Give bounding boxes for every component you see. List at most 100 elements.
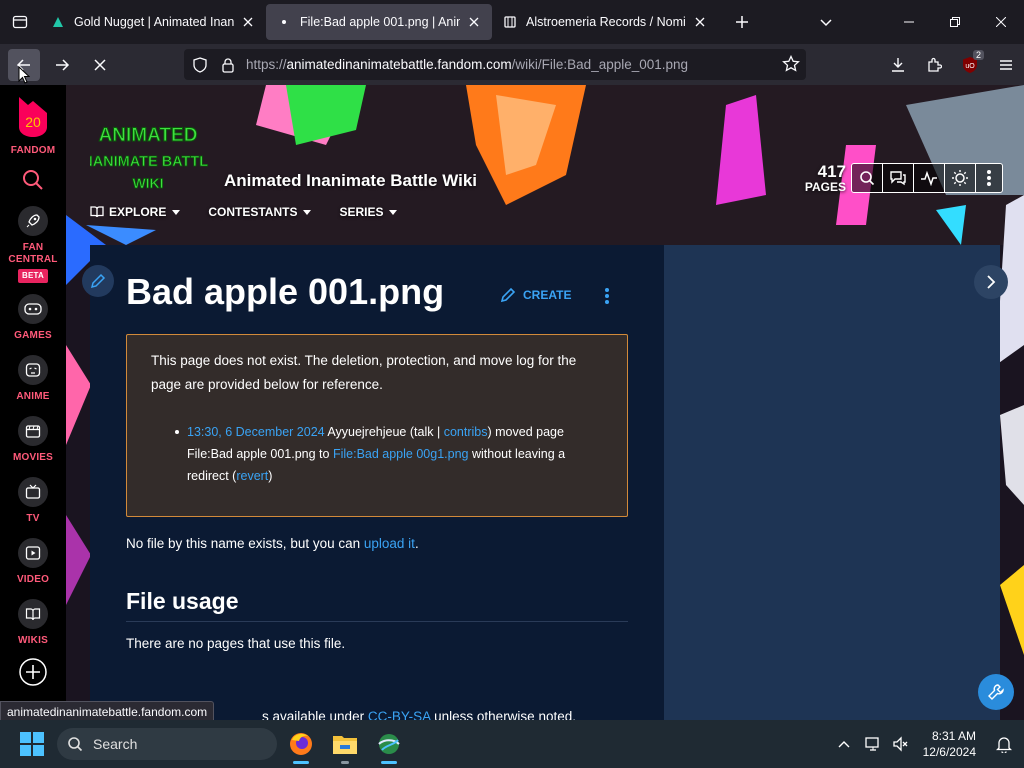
add-circle-icon (19, 658, 47, 686)
license-prefix: s available under (262, 709, 365, 720)
tab-gold-nugget[interactable]: Gold Nugget | Animated Inanimat (40, 4, 266, 40)
create-wiki-button[interactable] (18, 657, 48, 692)
fandom-global-nav: 20 FANDOM FAN CENTRAL BETA GAMES ANIME M… (0, 85, 66, 720)
wiki-tools (851, 163, 1003, 193)
caret-down-icon (303, 209, 312, 215)
rail-item-tv[interactable]: TV (18, 477, 48, 525)
page-actions-menu[interactable] (600, 285, 614, 307)
edit-button[interactable] (82, 265, 114, 297)
bookmark-star-icon[interactable] (782, 54, 800, 76)
pages-count-label: PAGES (804, 180, 846, 194)
minimize-button[interactable] (886, 0, 932, 44)
puzzle-icon (928, 57, 942, 72)
rail-item-wikis[interactable]: WIKIS (18, 599, 48, 647)
restore-button[interactable] (932, 0, 978, 44)
rail-item-video[interactable]: VIDEO (17, 538, 49, 586)
downloads-button[interactable] (880, 49, 916, 81)
page-favicon-icon (502, 14, 518, 30)
rail-item-label: MOVIES (12, 452, 54, 463)
taskbar-firefox[interactable] (285, 728, 317, 764)
wiki-logo[interactable]: ANIMATED INANIMATE BATTLE WIKI (90, 111, 208, 195)
file-usage-heading: File usage (126, 588, 628, 622)
close-tab-icon[interactable] (240, 14, 256, 30)
lock-icon[interactable] (214, 57, 242, 73)
wiki-name[interactable]: Animated Inanimate Battle Wiki (224, 171, 477, 191)
recent-activity-button[interactable] (914, 164, 945, 192)
show-hidden-icons-button[interactable] (829, 740, 859, 748)
wiki-logo-line-2: INANIMATE BATTLE (90, 154, 208, 170)
create-button[interactable]: CREATE (500, 287, 571, 303)
caret-down-icon (389, 209, 398, 215)
rail-item-games[interactable]: GAMES (14, 294, 52, 342)
volume-button[interactable] (887, 736, 915, 752)
revert-link[interactable]: revert (236, 469, 268, 483)
discussions-button[interactable] (883, 164, 914, 192)
controller-icon (17, 294, 48, 324)
clock[interactable]: 8:31 AM 12/6/2024 (923, 728, 976, 760)
chevron-down-icon (820, 19, 832, 27)
firefox-view-button[interactable] (0, 0, 40, 44)
fandom-logo[interactable]: 20 FANDOM (11, 95, 56, 157)
theme-toggle-button[interactable] (945, 164, 976, 192)
taskbar-search[interactable]: Search (57, 728, 277, 760)
start-button[interactable] (20, 732, 44, 756)
close-icon (94, 58, 106, 71)
close-window-button[interactable] (978, 0, 1024, 44)
close-tab-icon[interactable] (692, 14, 708, 30)
upload-link[interactable]: upload it (364, 536, 415, 551)
tab-bad-apple[interactable]: File:Bad apple 001.png | Animat (266, 4, 492, 40)
rail-item-label: VIDEO (16, 574, 50, 585)
wrench-icon (988, 684, 1004, 700)
dot-icon (605, 288, 609, 292)
windows-taskbar: Search 8:31 AM 12/6/2024 (0, 720, 1024, 768)
address-bar[interactable]: https://animatedinanimatebattle.fandom.c… (184, 49, 806, 80)
rail-item-movies[interactable]: MOVIES (13, 416, 53, 464)
wiki-nav-explore[interactable]: EXPLORE (90, 205, 181, 219)
wiki-logo-line-3: WIKI (132, 175, 163, 191)
rocket-icon (18, 206, 48, 236)
move-target-link[interactable]: File:Bad apple 00g1.png (333, 447, 469, 461)
fandom-search-button[interactable] (22, 169, 44, 196)
stop-loading-button[interactable] (84, 49, 116, 81)
tab-alstroemeria[interactable]: Alstroemeria Records / Nomico (492, 4, 718, 40)
fandom-logo-number: 20 (25, 114, 41, 130)
no-file-message: No file by this name exists, but you can… (126, 536, 419, 551)
license-link[interactable]: CC-BY-SA (368, 709, 431, 720)
wiki-search-button[interactable] (852, 164, 883, 192)
arrow-right-icon (56, 58, 70, 71)
caret-down-icon (172, 209, 181, 215)
app-menu-button[interactable] (988, 49, 1024, 81)
log-timestamp-link[interactable]: 13:30, 6 December 2024 (187, 425, 325, 439)
rail-item-fan-central[interactable]: FAN CENTRAL BETA (8, 206, 58, 283)
windows-logo-icon (33, 745, 44, 756)
rail-item-label: FAN CENTRAL (8, 242, 58, 265)
tab-title: Gold Nugget | Animated Inanimat (74, 15, 234, 29)
network-button[interactable] (859, 736, 887, 752)
notice-text: This page does not exist. The deletion, … (151, 353, 577, 392)
hamburger-menu-icon (1000, 59, 1012, 70)
extensions-button[interactable] (916, 49, 952, 81)
active-indicator (293, 761, 309, 764)
list-all-tabs-button[interactable] (812, 8, 840, 36)
wiki-nav-series[interactable]: SERIES (339, 205, 398, 219)
wiki-more-button[interactable] (976, 164, 1002, 192)
wiki-nav-contestants[interactable]: CONTESTANTS (208, 205, 312, 219)
contribs-link[interactable]: contribs (444, 425, 488, 439)
ublock-extension-button[interactable]: uO 2 (952, 49, 988, 81)
forward-button[interactable] (46, 49, 78, 81)
rail-item-label: WIKIS (18, 635, 48, 646)
mouse-cursor-icon (18, 66, 30, 84)
tab-strip: Gold Nugget | Animated Inanimat File:Bad… (0, 0, 1024, 44)
tracking-protection-shield-icon[interactable] (186, 56, 214, 73)
taskbar-app[interactable] (373, 728, 405, 764)
taskbar-file-explorer[interactable] (329, 728, 361, 764)
right-rail-toggle[interactable] (974, 265, 1008, 299)
running-indicator (341, 761, 349, 764)
close-tab-icon[interactable] (466, 14, 482, 30)
global-tools-button[interactable] (978, 674, 1014, 710)
notification-center-button[interactable] (990, 735, 1018, 753)
web-page: 20 FANDOM FAN CENTRAL BETA GAMES ANIME M… (0, 85, 1024, 720)
link-status-tooltip: animatedinanimatebattle.fandom.com (0, 701, 215, 720)
rail-item-anime[interactable]: ANIME (16, 355, 49, 403)
new-tab-button[interactable] (724, 4, 760, 40)
